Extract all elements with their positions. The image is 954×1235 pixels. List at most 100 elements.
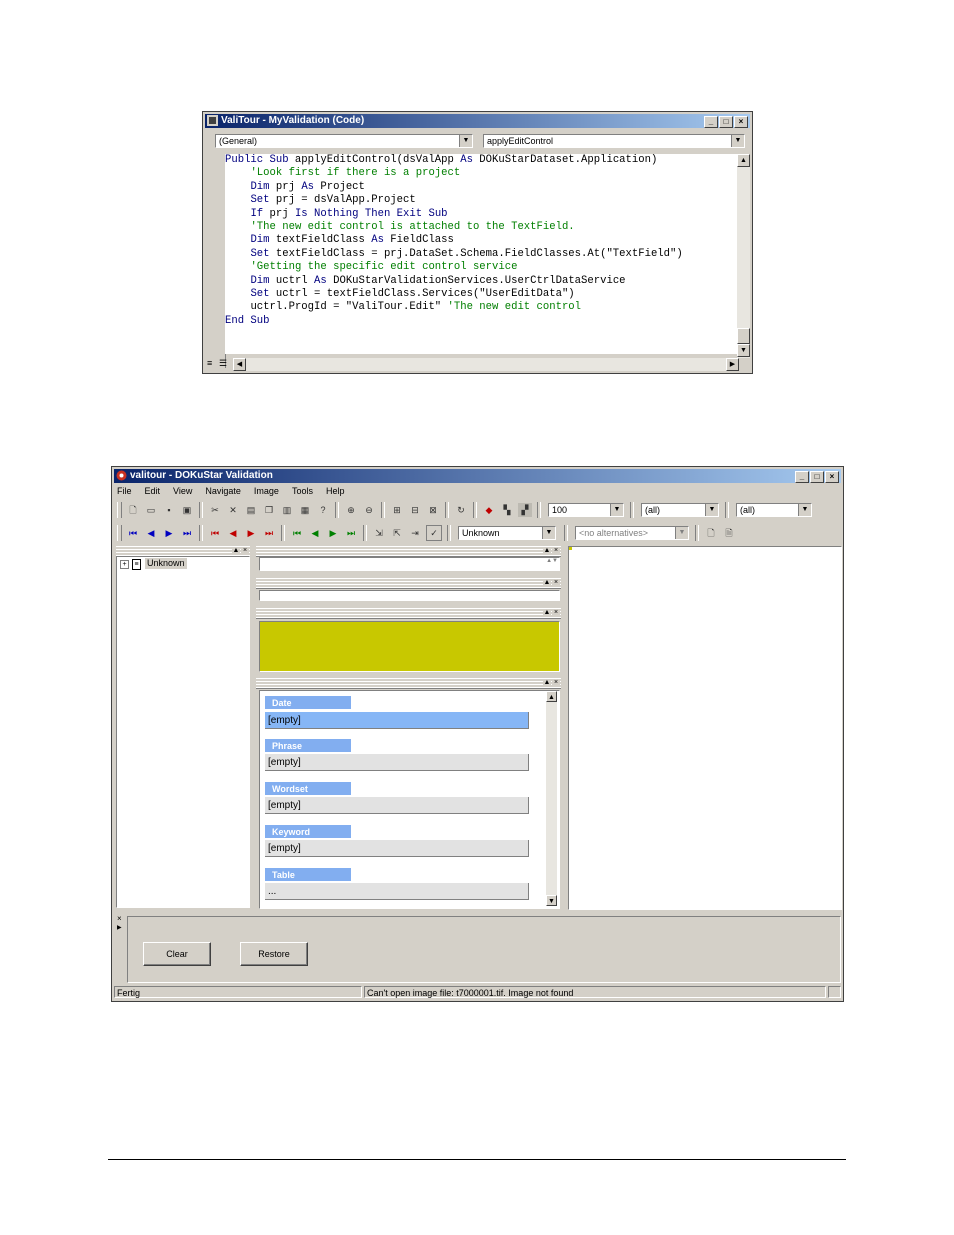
previous-field-icon[interactable]: ◀ xyxy=(308,526,322,540)
fit-width-icon[interactable]: ⊟ xyxy=(408,503,422,517)
restore-button[interactable]: Restore xyxy=(240,942,308,966)
minimize-button[interactable]: _ xyxy=(704,116,718,128)
lock-icon[interactable]: ▣ xyxy=(180,503,194,517)
pane-close-icon[interactable]: × xyxy=(552,609,560,617)
alternatives-combo[interactable]: <no alternatives> ▼ xyxy=(575,526,689,540)
maximize-button[interactable]: □ xyxy=(719,116,733,128)
class-combo[interactable]: Unknown ▼ xyxy=(458,526,556,540)
insert-icon[interactable]: ⇥ xyxy=(408,526,422,540)
merge-icon[interactable]: ⇱ xyxy=(390,526,404,540)
menu-image[interactable]: Image xyxy=(252,485,281,498)
scroll-thumb[interactable] xyxy=(737,328,750,344)
code-editor[interactable]: Public Sub applyEditControl(dsValApp As … xyxy=(225,154,737,354)
grid-view-icon[interactable]: ▞ xyxy=(518,503,532,517)
close-button[interactable]: × xyxy=(734,116,748,128)
code-horizontal-scrollbar[interactable]: ◀ ▶ xyxy=(233,358,739,371)
menu-file[interactable]: File xyxy=(115,485,134,498)
layout-icon[interactable]: ▚ xyxy=(500,503,514,517)
procedure-combo[interactable]: applyEditControl ▼ xyxy=(483,134,745,148)
menu-navigate[interactable]: Navigate xyxy=(203,485,243,498)
text-panel-2-content[interactable] xyxy=(259,590,560,601)
expand-icon[interactable]: + xyxy=(120,560,129,569)
print-icon[interactable]: ▦ xyxy=(298,503,312,517)
menu-edit[interactable]: Edit xyxy=(143,485,163,498)
text-panel-1-header[interactable]: ▲ × xyxy=(256,546,561,557)
scroll-down-icon[interactable]: ▼ xyxy=(737,344,750,357)
close-button[interactable]: × xyxy=(825,471,839,483)
menu-tools[interactable]: Tools xyxy=(290,485,315,498)
full-module-view-icon[interactable]: ☰ xyxy=(219,358,227,369)
pane-close-icon[interactable]: × xyxy=(552,547,560,555)
pane-close-icon[interactable]: × xyxy=(552,679,560,687)
pane-restore-icon[interactable]: ▶ xyxy=(117,924,122,931)
clear-button[interactable]: Clear xyxy=(143,942,211,966)
rotate-icon[interactable]: ↻ xyxy=(454,503,468,517)
image-snippet[interactable] xyxy=(259,621,560,672)
first-error-icon[interactable]: ⏮ xyxy=(208,526,222,540)
procedure-view-icon[interactable]: ≡ xyxy=(207,358,212,368)
tree-view[interactable]: + ≡ Unknown xyxy=(116,556,250,908)
scroll-up-icon[interactable]: ▲ xyxy=(737,154,750,167)
chevron-down-icon[interactable]: ▼ xyxy=(798,504,811,516)
save-icon[interactable]: ▪ xyxy=(162,503,176,517)
code-vertical-scrollbar[interactable]: ▲ ▼ xyxy=(737,154,750,358)
delete-icon[interactable]: ✕ xyxy=(226,503,240,517)
check-icon[interactable]: ✓ xyxy=(426,525,442,541)
fields-scrollbar[interactable]: ▲ ▼ xyxy=(546,691,557,906)
fit-page-icon[interactable]: ⊞ xyxy=(390,503,404,517)
new-document-icon[interactable]: 🗋 xyxy=(704,526,718,540)
previous-error-icon[interactable]: ◀ xyxy=(226,526,240,540)
pane-restore-icon[interactable]: ▲ xyxy=(543,579,551,587)
menu-help[interactable]: Help xyxy=(324,485,347,498)
new-icon[interactable]: 🗋 xyxy=(126,503,140,517)
zoom-combo[interactable]: 100 ▼ xyxy=(548,503,624,517)
fields-pane-header[interactable]: ▲ × xyxy=(256,678,561,689)
zoom-in-icon[interactable]: ⊕ xyxy=(344,503,358,517)
code-window-titlebar[interactable]: ValiTour - MyValidation (Code) _ □ × xyxy=(205,114,750,128)
first-document-icon[interactable]: ⏮ xyxy=(126,526,140,540)
text-panel-1-content[interactable]: ▲▼ xyxy=(259,557,560,571)
resize-grip-icon[interactable] xyxy=(828,986,841,998)
minimize-button[interactable]: _ xyxy=(795,471,809,483)
chevron-down-icon[interactable]: ▼ xyxy=(675,527,688,539)
pane-restore-icon[interactable]: ▲ xyxy=(543,547,551,555)
open-icon[interactable]: ▭ xyxy=(144,503,158,517)
validation-window-titlebar[interactable]: valitour - DOKuStar Validation _ □ × xyxy=(114,469,841,483)
mark-icon[interactable]: ◆ xyxy=(482,503,496,517)
toolbar-grip[interactable] xyxy=(117,525,122,541)
pane-close-icon[interactable]: × xyxy=(552,579,560,587)
toolbar-grip[interactable] xyxy=(117,502,122,518)
fit-height-icon[interactable]: ⊠ xyxy=(426,503,440,517)
previous-document-icon[interactable]: ◀ xyxy=(144,526,158,540)
field-input-wordset[interactable]: [empty] xyxy=(265,797,529,814)
split-icon[interactable]: ⇲ xyxy=(372,526,386,540)
scroll-right-icon[interactable]: ▶ xyxy=(726,358,739,371)
chevron-down-icon[interactable]: ▼ xyxy=(542,527,555,539)
last-error-icon[interactable]: ⏭ xyxy=(262,526,276,540)
tree-item-unknown[interactable]: Unknown xyxy=(145,558,187,569)
copy-icon[interactable]: ❐ xyxy=(262,503,276,517)
scroll-down-icon[interactable]: ▼ xyxy=(546,895,557,906)
cut-page-icon[interactable]: ▤ xyxy=(244,503,258,517)
chevron-down-icon[interactable]: ▼ xyxy=(459,135,472,147)
text-panel-2-header[interactable]: ▲ × xyxy=(256,578,561,589)
last-field-icon[interactable]: ⏭ xyxy=(344,526,358,540)
help-icon[interactable]: ? xyxy=(316,503,330,517)
cut-icon[interactable]: ✂ xyxy=(208,503,222,517)
field-input-keyword[interactable]: [empty] xyxy=(265,840,529,857)
chevron-down-icon[interactable]: ▼ xyxy=(731,135,744,147)
pane-restore-icon[interactable]: ▲ xyxy=(232,547,240,555)
chevron-down-icon[interactable]: ▼ xyxy=(705,504,718,516)
zoom-out-icon[interactable]: ⊖ xyxy=(362,503,376,517)
field-input-date[interactable]: [empty] xyxy=(265,712,529,729)
scroll-left-icon[interactable]: ◀ xyxy=(233,358,246,371)
object-combo[interactable]: (General) ▼ xyxy=(215,134,473,148)
filter-combo-2[interactable]: (all) ▼ xyxy=(736,503,812,517)
next-document-icon[interactable]: ▶ xyxy=(162,526,176,540)
image-viewer[interactable] xyxy=(568,546,842,910)
chevron-down-icon[interactable]: ▼ xyxy=(610,504,623,516)
document-properties-icon[interactable]: 🗎 xyxy=(722,526,736,540)
image-snippet-header[interactable]: ▲ × xyxy=(256,608,561,619)
field-input-table[interactable]: ... xyxy=(265,883,529,900)
field-input-phrase[interactable]: [empty] xyxy=(265,754,529,771)
